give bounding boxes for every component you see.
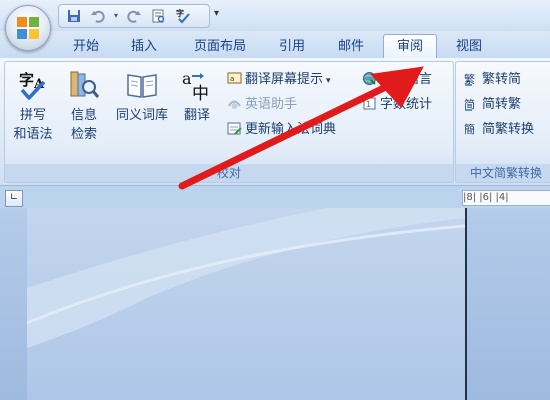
set-language-button[interactable]: 设置语言 [362,69,432,91]
language-globe-icon [362,71,377,86]
ribbon-tabs: 开始 插入 页面布局 引用 邮件 审阅 视图 [0,31,550,59]
translate-icon: a 中 [180,68,214,104]
undo-icon[interactable] [89,7,107,25]
thesaurus-book-icon [125,68,159,102]
chinese-conversion-button[interactable]: 簡 简繁转换 [464,119,534,141]
english-assistant-icon [227,96,242,111]
update-ime-dictionary-button[interactable]: 更新输入法词典 [227,119,336,141]
redo-icon[interactable] [125,7,143,25]
chinese-conversion-icon: 簡 [464,121,479,136]
word-count-button[interactable]: 1 字数统计 [362,94,432,116]
tab-view[interactable]: 视图 [444,36,494,58]
office-logo-segment [17,17,27,27]
traditional-to-simplified-icon: 繁 [464,71,479,86]
svg-text:a: a [182,69,192,88]
tab-mailings[interactable]: 邮件 [326,36,376,58]
simplified-to-traditional-button[interactable]: 简 简转繁 [464,94,521,116]
svg-text:簡: 簡 [464,122,475,136]
chinese-conversion-group: 繁 繁转简 简 简转繁 簡 简繁转换 中文简繁转换 [455,61,550,183]
update-ime-dictionary-label: 更新输入法词典 [245,122,337,137]
proofing-group: 字 A 拼写 和语法 信息 检索 同义词库 a 中 翻译 a 翻译屏幕提示 ▾ … [4,61,454,183]
office-logo-segment [17,29,27,39]
research-label-2: 检索 [70,127,97,142]
translate-label: 翻译 [183,108,210,123]
office-logo-segment [29,17,39,27]
horizontal-ruler[interactable]: |8| |6| |4| [462,190,550,206]
undo-dropdown-icon[interactable]: ▾ [107,7,125,25]
simplified-to-traditional-label: 简转繁 [482,97,522,112]
dropdown-arrow-icon: ▾ [326,76,331,86]
svg-text:字: 字 [176,8,184,18]
save-icon[interactable] [65,7,83,25]
spelling-label-1: 拼写 [19,108,46,123]
office-logo-icon [17,17,39,39]
tab-review[interactable]: 审阅 [383,34,437,59]
traditional-to-simplified-button[interactable]: 繁 繁转简 [464,69,521,91]
quick-access-toolbar: ▾ 字 [58,4,210,28]
svg-text:中: 中 [192,84,209,102]
research-icon [67,68,101,102]
document-area [0,208,550,400]
word-count-icon: 1 [362,96,377,111]
tab-home[interactable]: 开始 [62,36,110,58]
set-language-label: 设置语言 [380,72,433,87]
svg-text:繁: 繁 [464,72,475,86]
translate-button[interactable]: a 中 翻译 [177,68,217,125]
translation-screentip-label: 翻译屏幕提示 [245,72,324,87]
page-edge [465,208,467,400]
screentip-icon: a [227,71,242,86]
tab-selector-button[interactable]: ∟ [5,190,23,207]
update-dictionary-icon [227,121,242,136]
tab-page-layout[interactable]: 页面布局 [180,36,260,58]
spelling-check-icon: 字 A [16,68,50,102]
tab-insert[interactable]: 插入 [120,36,168,58]
svg-text:简: 简 [464,97,475,111]
english-assistant-label: 英语助手 [245,97,298,112]
chinese-conversion-group-label: 中文简繁转换 [456,164,550,182]
office-button[interactable] [5,5,51,51]
proofing-group-label: 校对 [5,164,453,182]
spelling-grammar-button[interactable]: 字 A 拼写 和语法 [8,68,58,144]
svg-text:1: 1 [366,100,371,109]
word-count-label: 字数统计 [380,97,433,112]
research-label-1: 信息 [70,108,97,123]
thesaurus-button[interactable]: 同义词库 [109,68,175,125]
ruler-row: ∟ |8| |6| |4| [0,186,550,208]
page-background-swoosh [27,208,465,348]
translation-screentip-button[interactable]: a 翻译屏幕提示 ▾ [227,69,331,91]
simplified-to-traditional-icon: 简 [464,96,479,111]
chinese-conversion-label: 简繁转换 [482,122,535,137]
tab-references[interactable]: 引用 [268,36,316,58]
research-button[interactable]: 信息 检索 [62,68,106,144]
english-assistant-button[interactable]: 英语助手 [227,94,297,116]
title-bar: ▾ 字 ▾ [0,0,550,31]
thesaurus-label: 同义词库 [115,108,168,123]
spelling-label-2: 和语法 [13,127,53,142]
ribbon: 字 A 拼写 和语法 信息 检索 同义词库 a 中 翻译 a 翻译屏幕提示 ▾ … [0,58,550,186]
svg-text:a: a [230,75,234,83]
print-preview-icon[interactable] [149,7,167,25]
svg-text:字: 字 [19,71,34,89]
spelling-icon[interactable]: 字 [174,7,192,25]
customize-qat-icon[interactable]: ▾ [214,8,219,19]
office-logo-segment [29,29,39,39]
traditional-to-simplified-label: 繁转简 [482,72,522,87]
